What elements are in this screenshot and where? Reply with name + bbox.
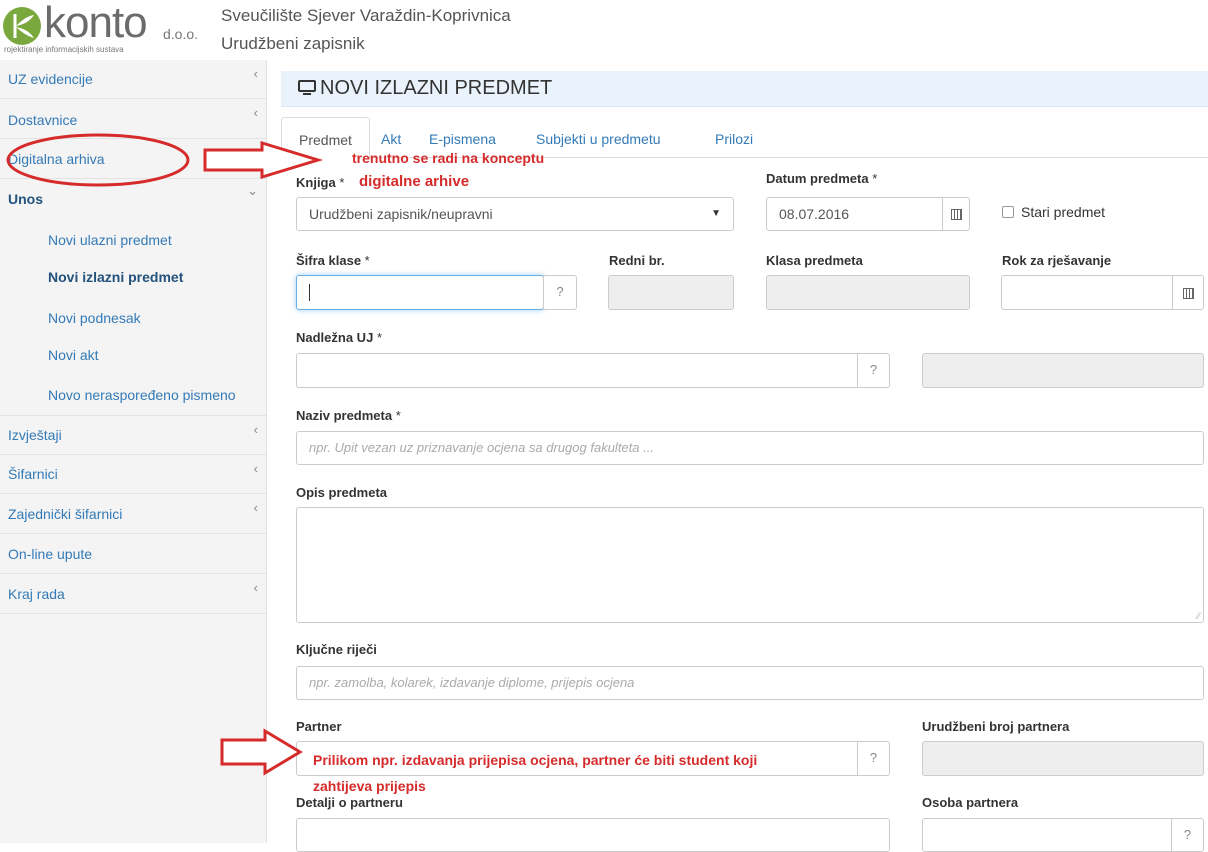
annotation-partner-note-line2: zahtijeva prijepis	[313, 778, 426, 794]
annotation-arrow-2	[220, 728, 303, 776]
annotation-arrow-1	[203, 140, 324, 180]
annotation-overlay	[6, 133, 324, 776]
annotation-partner-note-line1: Prilikom npr. izdavanja prijepisa ocjena…	[313, 752, 758, 768]
annotation-ellipse	[6, 133, 190, 187]
annotation-concept-note: trenutno se radi na konceptu	[352, 150, 545, 166]
